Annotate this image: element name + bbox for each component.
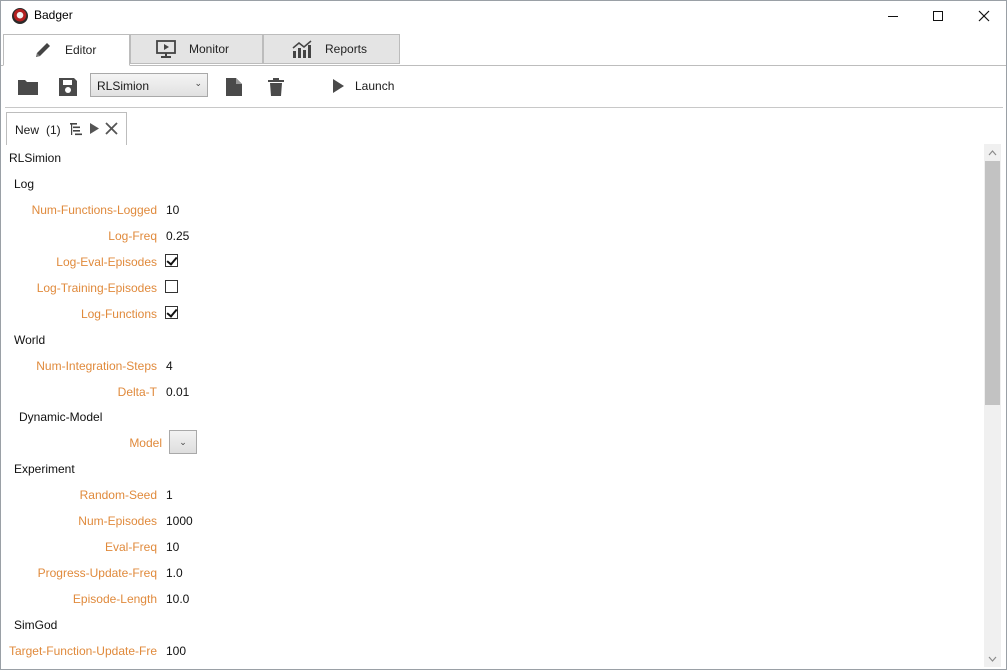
tab-reports-label: Reports bbox=[325, 42, 368, 56]
param-value[interactable]: 1000 bbox=[166, 514, 193, 528]
minimize-button[interactable] bbox=[870, 1, 916, 31]
app-select-value: RLSimion bbox=[97, 79, 150, 93]
folder-icon bbox=[18, 80, 38, 95]
launch-button[interactable]: Launch bbox=[331, 78, 394, 94]
param-value[interactable]: 10.0 bbox=[166, 592, 189, 606]
main-tab-bar: Editor Monitor Reports bbox=[1, 34, 1006, 66]
run-icon[interactable] bbox=[89, 122, 100, 135]
root-node: RLSimion bbox=[9, 151, 62, 165]
param-label: Num-Functions-Logged bbox=[31, 203, 157, 217]
tab-editor[interactable]: Editor bbox=[3, 34, 130, 66]
save-icon bbox=[59, 78, 77, 96]
doc-tab-label: New bbox=[15, 123, 40, 137]
scroll-up-icon[interactable] bbox=[984, 144, 1001, 161]
pencil-icon bbox=[36, 43, 50, 57]
tree-icon[interactable] bbox=[70, 122, 82, 136]
new-file-icon bbox=[226, 78, 242, 96]
tab-monitor[interactable]: Monitor bbox=[130, 34, 263, 64]
param-label: Log-Freq bbox=[108, 229, 157, 243]
close-button[interactable] bbox=[961, 1, 1006, 31]
section-dynamic-model: Dynamic-Model bbox=[19, 410, 103, 424]
scroll-down-icon[interactable] bbox=[984, 650, 1001, 667]
tab-monitor-label: Monitor bbox=[189, 42, 230, 56]
section-simgod: SimGod bbox=[14, 618, 58, 632]
app-select[interactable]: RLSimion ⌄ bbox=[90, 73, 208, 97]
param-label: Target-Function-Update-Fre bbox=[8, 644, 157, 658]
save-button[interactable] bbox=[55, 74, 81, 100]
launch-label: Launch bbox=[355, 79, 395, 93]
play-icon bbox=[333, 79, 344, 93]
toolbar-divider bbox=[5, 107, 1003, 108]
doc-tab-count: (1) bbox=[46, 123, 61, 137]
log-functions-checkbox[interactable] bbox=[165, 306, 178, 319]
param-value[interactable]: 1.0 bbox=[166, 566, 183, 580]
param-value[interactable]: 10 bbox=[166, 540, 179, 554]
param-value[interactable]: 100 bbox=[166, 644, 186, 658]
chevron-down-icon: ⌄ bbox=[179, 436, 187, 447]
title-bar: Badger bbox=[1, 1, 1006, 31]
param-label: Log-Training-Episodes bbox=[36, 281, 157, 295]
param-value[interactable]: 4 bbox=[166, 359, 173, 373]
open-button[interactable] bbox=[15, 74, 41, 100]
scroll-thumb[interactable] bbox=[985, 161, 1000, 405]
section-log: Log bbox=[14, 177, 35, 191]
tab-editor-label: Editor bbox=[65, 43, 97, 57]
tab-reports[interactable]: Reports bbox=[263, 34, 400, 64]
param-value[interactable]: 1 bbox=[166, 488, 173, 502]
maximize-icon bbox=[933, 11, 943, 21]
trash-icon bbox=[268, 78, 284, 96]
param-label: Num-Integration-Steps bbox=[36, 359, 157, 373]
log-training-episodes-checkbox[interactable] bbox=[165, 280, 178, 293]
section-experiment: Experiment bbox=[14, 462, 75, 476]
maximize-button[interactable] bbox=[915, 1, 961, 31]
param-value[interactable]: 10 bbox=[166, 203, 179, 217]
param-label: Num-Episodes bbox=[78, 514, 157, 528]
monitor-icon bbox=[156, 40, 176, 58]
model-select[interactable]: ⌄ bbox=[169, 430, 197, 454]
param-label: Model bbox=[129, 436, 162, 450]
param-label: Delta-T bbox=[117, 385, 157, 399]
minimize-icon bbox=[888, 16, 898, 17]
close-icon bbox=[978, 10, 990, 22]
log-eval-episodes-checkbox[interactable] bbox=[165, 254, 178, 267]
chart-icon bbox=[292, 40, 312, 58]
new-file-button[interactable] bbox=[221, 74, 247, 100]
param-label: Log-Eval-Episodes bbox=[56, 255, 157, 269]
param-label: Episode-Length bbox=[72, 592, 157, 606]
chevron-down-icon: ⌄ bbox=[194, 78, 202, 88]
window-title: Badger bbox=[34, 8, 73, 22]
delete-button[interactable] bbox=[263, 74, 289, 100]
param-label: Progress-Update-Freq bbox=[37, 566, 157, 580]
doc-tab-new[interactable]: New (1) bbox=[6, 112, 127, 145]
param-label: Random-Seed bbox=[79, 488, 157, 502]
param-value[interactable]: 0.01 bbox=[166, 385, 189, 399]
app-window: Badger Editor Monitor Reports Launch RLS… bbox=[0, 0, 1007, 670]
badger-logo-icon bbox=[12, 8, 28, 24]
close-tab-icon[interactable] bbox=[105, 122, 118, 135]
param-label: Log-Functions bbox=[80, 307, 157, 321]
section-world: World bbox=[14, 333, 46, 347]
param-label: Eval-Freq bbox=[104, 540, 157, 554]
param-value[interactable]: 0.25 bbox=[166, 229, 189, 243]
vertical-scrollbar[interactable] bbox=[984, 144, 1001, 667]
